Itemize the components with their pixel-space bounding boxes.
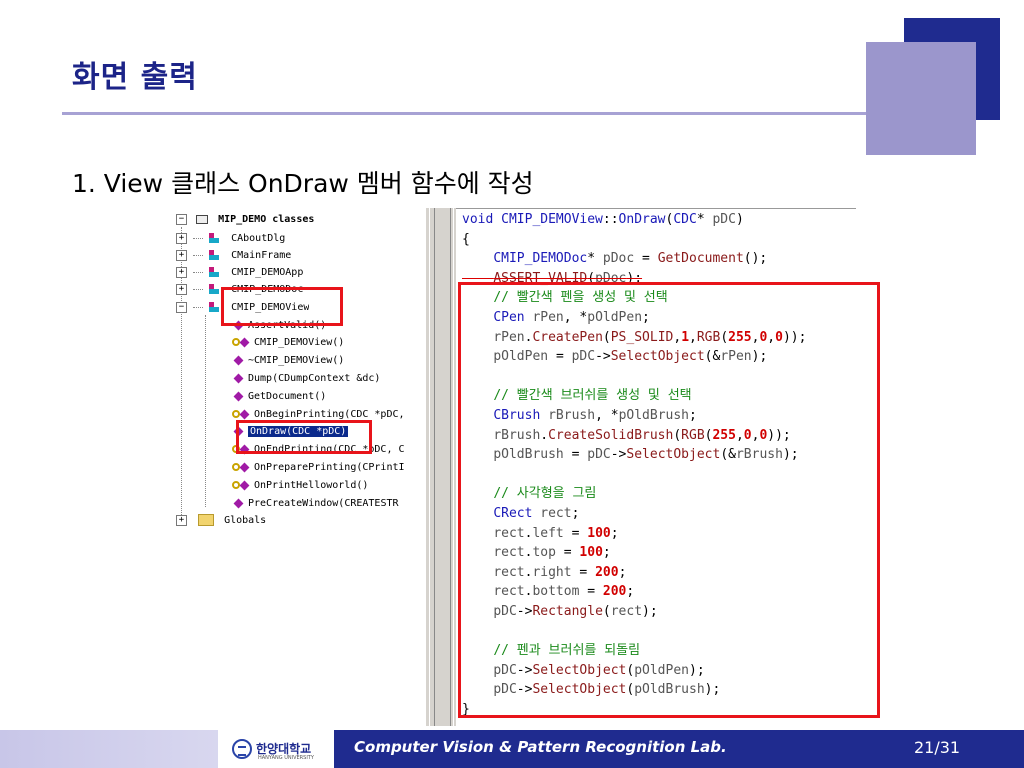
code-line: { (462, 231, 470, 247)
tree-item-class[interactable]: + CMIP_DEMOApp (176, 265, 303, 281)
university-emblem-icon (232, 739, 252, 759)
tree-guide-line (205, 315, 206, 507)
tree-member[interactable]: PreCreateWindow(CREATESTR (232, 496, 399, 512)
tree-root-label: MIP_DEMO classes (218, 214, 315, 225)
tree-member[interactable]: OnPrintHelloworld() (232, 478, 368, 494)
class-icon (209, 249, 221, 261)
method-icon (233, 391, 244, 401)
tree-member[interactable]: ~CMIP_DEMOView() (232, 353, 344, 369)
method-icon (233, 498, 244, 508)
editor-border (456, 208, 856, 209)
method-icon (239, 480, 250, 490)
expand-icon[interactable]: + (176, 283, 187, 295)
slide-subtitle: 1. View 클래스 OnDraw 멤버 함수에 작성 (72, 169, 534, 198)
pane-splitter[interactable] (426, 208, 456, 726)
folder-icon (198, 514, 215, 526)
tree-item-class[interactable]: + CMainFrame (176, 248, 291, 264)
tree-item-label: Globals (224, 515, 267, 526)
method-icon (239, 337, 250, 347)
class-icon (209, 301, 221, 313)
tree-member[interactable]: Dump(CDumpContext &dc) (232, 371, 380, 387)
highlight-cmip-demoview (221, 287, 343, 326)
collapse-icon[interactable]: − (176, 213, 187, 225)
footer-left-band (0, 730, 218, 768)
tree-item-folder[interactable]: + Globals (176, 513, 266, 529)
tree-item-label: CAboutDlg (231, 233, 286, 244)
lab-name: Computer Vision & Pattern Recognition La… (354, 738, 727, 756)
tree-member[interactable]: GetDocument() (232, 389, 326, 405)
tree-item-class[interactable]: + CAboutDlg (176, 231, 285, 247)
tree-item-label: CMIP_DEMOApp (231, 267, 304, 278)
title-divider (62, 112, 866, 115)
code-line: void CMIP_DEMOView::OnDraw(CDC* pDC) (462, 212, 744, 227)
method-icon (239, 409, 250, 419)
code-line: CMIP_DEMODoc* pDoc = GetDocument(); (493, 251, 768, 267)
method-icon (239, 462, 250, 472)
highlight-ondraw (236, 420, 372, 454)
expand-icon[interactable]: + (176, 514, 187, 526)
expand-icon[interactable]: + (176, 249, 187, 261)
collapse-icon[interactable]: − (176, 301, 187, 313)
tree-member[interactable]: CMIP_DEMOView() (232, 335, 344, 351)
class-icon (209, 283, 221, 295)
expand-icon[interactable]: + (176, 266, 187, 278)
method-icon (233, 373, 244, 383)
project-icon (196, 214, 209, 225)
method-icon (233, 355, 244, 365)
corner-decoration-light (866, 42, 976, 155)
class-icon (209, 232, 221, 244)
page-number: 21/31 (914, 738, 961, 757)
tree-root[interactable]: − MIP_DEMO classes (176, 212, 314, 228)
class-icon (209, 266, 221, 278)
highlight-code-block (458, 282, 880, 718)
university-subname: HANYANG UNIVERSITY (258, 755, 314, 761)
slide-title: 화면 출력 (72, 60, 198, 95)
tree-member[interactable]: OnPreparePrinting(CPrintI (232, 460, 405, 476)
expand-icon[interactable]: + (176, 232, 187, 244)
tree-item-label: CMainFrame (231, 250, 292, 261)
